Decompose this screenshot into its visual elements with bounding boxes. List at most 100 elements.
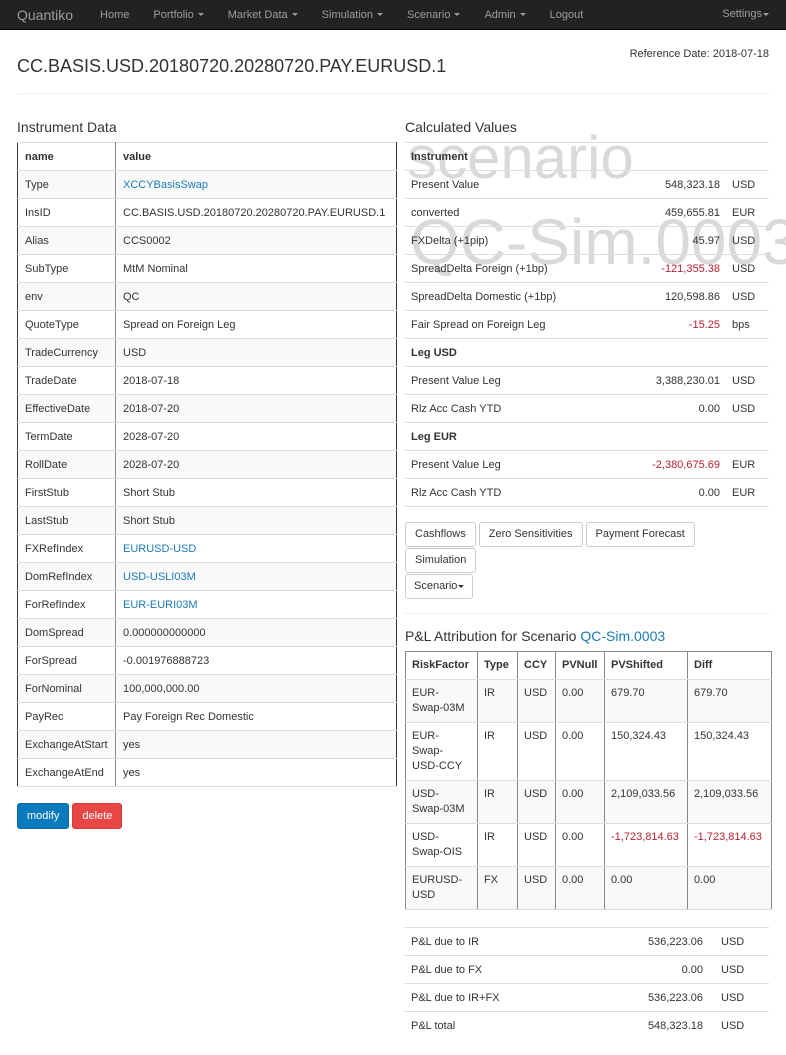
nav-simulation-dropdown[interactable]: Simulation (322, 9, 384, 21)
scenario-link[interactable]: QC-Sim.0003 (580, 628, 665, 644)
summary-label: P&L due to FX (405, 955, 589, 984)
nav-market-data-dropdown[interactable]: Market Data (228, 9, 298, 21)
pv-shifted: 150,324.43 (604, 722, 688, 781)
instrument-data-heading: Instrument Data (17, 119, 117, 135)
field-value: 2028-07-20 (115, 450, 397, 479)
table-row: PayRec Pay Foreign Rec Domestic (17, 702, 397, 731)
nav-home[interactable]: Home (100, 9, 129, 21)
summary-value: 0.00 (589, 955, 709, 984)
table-row: converted 459,655.81 EUR (405, 198, 769, 227)
risk-factor-text: Swap-OIS (412, 846, 463, 858)
field-value-cell: USD-USLI03M (115, 562, 397, 591)
field-value-link[interactable]: USD-USLI03M (123, 571, 196, 583)
nav-admin-dropdown[interactable]: Admin (484, 9, 526, 21)
metric-label: Present Value Leg (405, 366, 606, 395)
nav-portfolio-dropdown[interactable]: Portfolio (153, 9, 204, 21)
currency: USD (517, 679, 556, 723)
table-row: SubType MtM Nominal (17, 254, 397, 283)
summary-row: P&L due to IR 536,223.06 USD (405, 927, 769, 956)
table-row: TradeDate 2018-07-18 (17, 366, 397, 395)
simulation-button[interactable]: Simulation (405, 548, 477, 573)
field-value-link[interactable]: EUR-EURI03M (123, 599, 198, 611)
nav-settings-dropdown[interactable]: Settings (722, 8, 769, 20)
risk-factor-text: Swap-03M (412, 803, 465, 815)
field-name: PayRec (17, 702, 116, 731)
field-name: TradeDate (17, 366, 116, 395)
diff: 150,324.43 (687, 722, 772, 781)
metric-label: Present Value Leg (405, 450, 606, 479)
top-navbar: Quantiko Home Portfolio Market Data Simu… (0, 0, 786, 30)
summary-currency: USD (709, 1011, 769, 1040)
risk-factor-text: Swap-03M (412, 702, 465, 714)
risk-factor-text: EUR- (412, 687, 439, 699)
field-name: ExchangeAtEnd (17, 758, 116, 787)
delete-button[interactable]: delete (72, 803, 123, 829)
table-row: Rlz Acc Cash YTD 0.00 USD (405, 394, 769, 423)
field-value: 100,000,000.00 (115, 674, 397, 703)
nav-scenario-dropdown[interactable]: Scenario (407, 9, 461, 21)
metric-value: 548,323.18 (606, 170, 726, 199)
field-value: QC (115, 282, 397, 311)
table-row: USD- Swap-OIS IR USD 0.00 -1,723,814.63 -1,723… (405, 823, 772, 867)
field-value-link[interactable]: XCCYBasisSwap (123, 179, 208, 191)
payment-forecast-button[interactable]: Payment Forecast (585, 522, 695, 547)
scenario-dropdown-button[interactable]: Scenario (405, 574, 474, 599)
modify-button[interactable]: modify (17, 803, 70, 829)
calculated-values-table: Instrument Present Value 548,323.18 USD conv… (405, 142, 769, 507)
caret-down-icon (197, 13, 204, 17)
metric-currency: EUR (726, 198, 769, 227)
caret-down-icon (454, 13, 461, 17)
zero-sensitivities-button[interactable]: Zero Sensitivities (478, 522, 583, 547)
field-value: 2018-07-18 (115, 366, 397, 395)
metric-currency: bps (726, 310, 769, 339)
risk-type: IR (477, 679, 518, 723)
field-value: USD (115, 338, 397, 367)
cashflows-button[interactable]: Cashflows (405, 522, 476, 547)
group-header: Leg USD (405, 338, 769, 367)
summary-label: P&L due to IR (405, 927, 589, 956)
column-header-pvnull: PVNull (555, 651, 605, 680)
field-name: InsID (17, 198, 116, 227)
field-name: FirstStub (17, 478, 116, 507)
table-row: DomSpread 0.000000000000 (17, 618, 397, 647)
table-header-row: RiskFactor Type CCY PVNull PVShifted Dif… (405, 651, 772, 680)
group-header-row: Instrument (405, 142, 769, 171)
field-value: Short Stub (115, 506, 397, 535)
column-header-type: Type (477, 651, 518, 680)
field-value-link[interactable]: EURUSD-USD (123, 543, 196, 555)
risk-type: FX (477, 866, 518, 910)
metric-value: 3,388,230.01 (606, 366, 726, 395)
brand-logo-link[interactable]: Quantiko (17, 7, 73, 23)
pv-shifted: 0.00 (604, 866, 688, 910)
field-name: FXRefIndex (17, 534, 116, 563)
metric-label: Fair Spread on Foreign Leg (405, 310, 606, 339)
table-row: FXRefIndex EURUSD-USD (17, 534, 397, 563)
diff: 679.70 (687, 679, 772, 723)
metric-currency: USD (726, 394, 769, 423)
table-row: EUR- Swap-03M IR USD 0.00 679.70 679.70 (405, 679, 772, 723)
risk-factor-text: EUR- (412, 730, 439, 742)
metric-label: converted (405, 198, 606, 227)
metric-currency: USD (726, 170, 769, 199)
table-row: ForRefIndex EUR-EURI03M (17, 590, 397, 619)
pl-summary-table: P&L due to IR 536,223.06 USD P&L due to FX 0… (405, 927, 769, 1040)
reference-date: Reference Date: 2018-07-18 (629, 48, 769, 60)
table-row: USD- Swap-03M IR USD 0.00 2,109,033.56 2,109,0… (405, 780, 772, 824)
table-row: SpreadDelta Foreign (+1bp) -121,355.38 USD (405, 254, 769, 283)
group-header: Leg EUR (405, 422, 769, 451)
field-value: MtM Nominal (115, 254, 397, 283)
nav-logout[interactable]: Logout (550, 9, 584, 21)
pv-shifted: 2,109,033.56 (604, 780, 688, 824)
summary-currency: USD (709, 955, 769, 984)
summary-row: P&L due to FX 0.00 USD (405, 955, 769, 984)
pv-null: 0.00 (555, 722, 605, 781)
instrument-data-table: name value Type XCCYBasisSwap InsID CC.BASI… (17, 142, 397, 787)
table-row: RollDate 2028-07-20 (17, 450, 397, 479)
currency: USD (517, 866, 556, 910)
metric-value: -15.25 (606, 310, 726, 339)
summary-row: P&L due to IR+FX 536,223.06 USD (405, 983, 769, 1012)
metric-currency: EUR (726, 450, 769, 479)
field-name: Alias (17, 226, 116, 255)
column-header-name: name (17, 142, 116, 171)
table-row: ExchangeAtEnd yes (17, 758, 397, 787)
